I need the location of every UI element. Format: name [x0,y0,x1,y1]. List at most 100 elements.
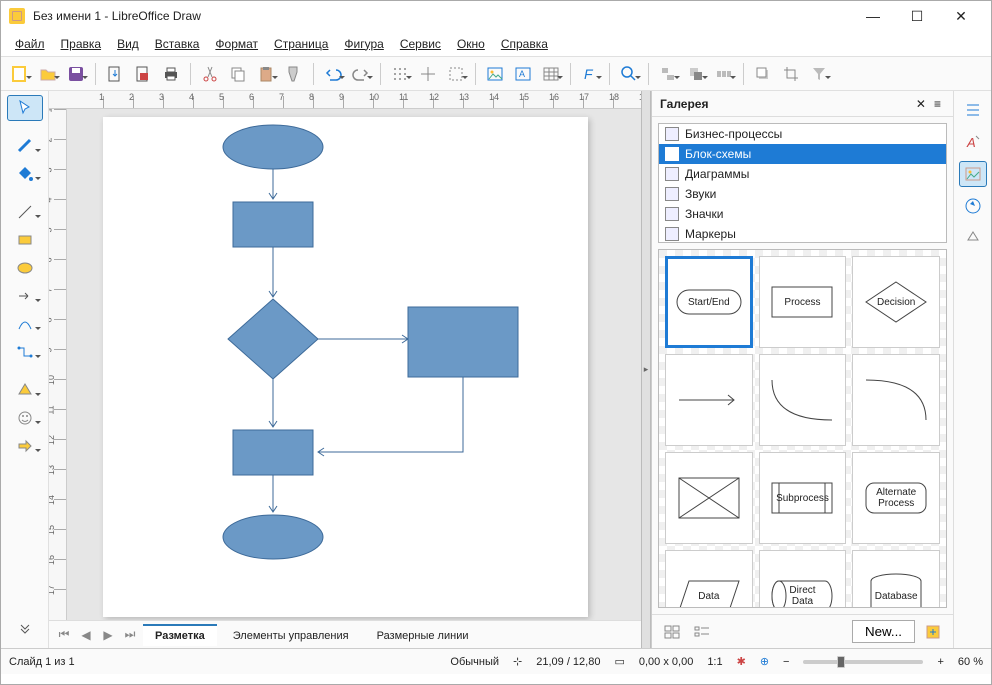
menu-tools[interactable]: Сервис [394,35,447,53]
gallery-item[interactable] [665,452,753,544]
sidebar-tab-styles[interactable]: A [959,129,987,155]
undo-button[interactable] [320,61,346,87]
helplines-button[interactable] [415,61,441,87]
sidebar-tab-shapes[interactable] [959,225,987,251]
new-button[interactable] [7,61,33,87]
insert-image-button[interactable] [482,61,508,87]
page-workspace[interactable] [67,109,641,620]
save-button[interactable] [63,61,89,87]
redo-button[interactable] [348,61,374,87]
detail-view-button[interactable] [690,621,714,643]
line-tool[interactable] [7,199,43,225]
menu-format[interactable]: Формат [209,35,264,53]
gallery-item[interactable]: Direct Data [759,550,847,608]
gallery-more-icon[interactable] [921,621,945,643]
menu-shape[interactable]: Фигура [338,35,389,53]
gallery-category-list[interactable]: Бизнес-процессыБлок-схемыДиаграммыЗвукиЗ… [658,123,947,243]
tab-nav-first[interactable]: ⏮ [55,627,73,642]
arrows-tool[interactable] [7,283,43,309]
gallery-item[interactable]: Start/End [665,256,753,348]
minimize-button[interactable]: — [851,1,895,31]
sidebar-collapse-handle[interactable] [641,91,651,648]
menu-help[interactable]: Справка [495,35,554,53]
export-pdf-button[interactable] [130,61,156,87]
rect-tool[interactable] [7,227,43,253]
insert-table-button[interactable] [538,61,564,87]
expand-toolbox[interactable] [7,618,43,644]
line-color-tool[interactable] [7,133,43,159]
symbol-shapes-tool[interactable] [7,405,43,431]
tab-nav-next[interactable]: ▶ [99,628,117,642]
flowchart-drawing[interactable] [103,117,588,617]
gallery-category[interactable]: Значки [659,204,946,224]
distribute-button[interactable] [711,61,737,87]
paste-button[interactable] [253,61,279,87]
vertical-ruler[interactable]: 1234567891011121314151617 [49,109,67,620]
zoom-button[interactable] [616,61,642,87]
insert-textbox-button[interactable]: A [510,61,536,87]
crop-button[interactable] [778,61,804,87]
menu-file[interactable]: Файл [9,35,51,53]
status-save-icon[interactable]: ✱ [737,655,746,668]
guides-button[interactable] [443,61,469,87]
curves-tool[interactable] [7,311,43,337]
gallery-category[interactable]: Звуки [659,184,946,204]
cut-button[interactable] [197,61,223,87]
horizontal-ruler[interactable]: 12345678910111213141516171819 [49,91,641,109]
gallery-item[interactable]: Data [665,550,753,608]
fill-color-tool[interactable] [7,161,43,187]
shadow-button[interactable] [750,61,776,87]
open-button[interactable] [35,61,61,87]
gallery-item[interactable] [665,354,753,446]
filter-button[interactable] [806,61,832,87]
fontwork-button[interactable]: F [577,61,603,87]
select-tool[interactable] [7,95,43,121]
sidebar-tab-navigator[interactable] [959,193,987,219]
tab-nav-last[interactable]: ⏭ [121,627,139,642]
grid-button[interactable] [387,61,413,87]
arrange-button[interactable] [683,61,709,87]
ellipse-tool[interactable] [7,255,43,281]
status-scale[interactable]: 1:1 [707,656,722,668]
gallery-item[interactable]: Decision [852,256,940,348]
print-button[interactable] [158,61,184,87]
copy-button[interactable] [225,61,251,87]
zoom-out-button[interactable]: − [783,656,789,668]
sidebar-tab-properties[interactable] [959,97,987,123]
gallery-category[interactable]: Маркеры [659,224,946,243]
gallery-item[interactable]: Alternate Process [852,452,940,544]
sidebar-tab-gallery[interactable] [959,161,987,187]
gallery-item[interactable]: Process [759,256,847,348]
clone-format-button[interactable] [281,61,307,87]
zoom-in-button[interactable]: + [937,656,943,668]
menu-view[interactable]: Вид [111,35,145,53]
tab-controls[interactable]: Элементы управления [221,624,361,646]
align-button[interactable] [655,61,681,87]
gallery-item[interactable]: Database [852,550,940,608]
icon-view-button[interactable] [660,621,684,643]
connectors-tool[interactable] [7,339,43,365]
fit-page-icon[interactable]: ⊕ [760,655,769,668]
gallery-thumbnails[interactable]: Start/EndProcessDecision SubprocessAltern… [658,249,947,608]
gallery-item[interactable] [759,354,847,446]
zoom-slider[interactable] [803,660,923,664]
close-button[interactable]: ✕ [939,1,983,31]
gallery-category[interactable]: Блок-схемы [659,144,946,164]
zoom-value[interactable]: 60 % [958,656,983,668]
basic-shapes-tool[interactable] [7,377,43,403]
gallery-close-icon[interactable]: ✕ [912,97,930,111]
block-arrows-tool[interactable] [7,433,43,459]
export-button[interactable] [102,61,128,87]
drawing-page[interactable] [103,117,588,617]
gallery-item[interactable]: Subprocess [759,452,847,544]
gallery-category[interactable]: Бизнес-процессы [659,124,946,144]
tab-layout[interactable]: Разметка [143,624,217,646]
tab-dimlines[interactable]: Размерные линии [365,624,481,646]
gallery-item[interactable] [852,354,940,446]
menu-window[interactable]: Окно [451,35,491,53]
menu-page[interactable]: Страница [268,35,334,53]
gallery-category[interactable]: Диаграммы [659,164,946,184]
gallery-menu-icon[interactable]: ≡ [930,97,945,111]
maximize-button[interactable]: ☐ [895,1,939,31]
new-theme-button[interactable]: New... [852,620,915,643]
